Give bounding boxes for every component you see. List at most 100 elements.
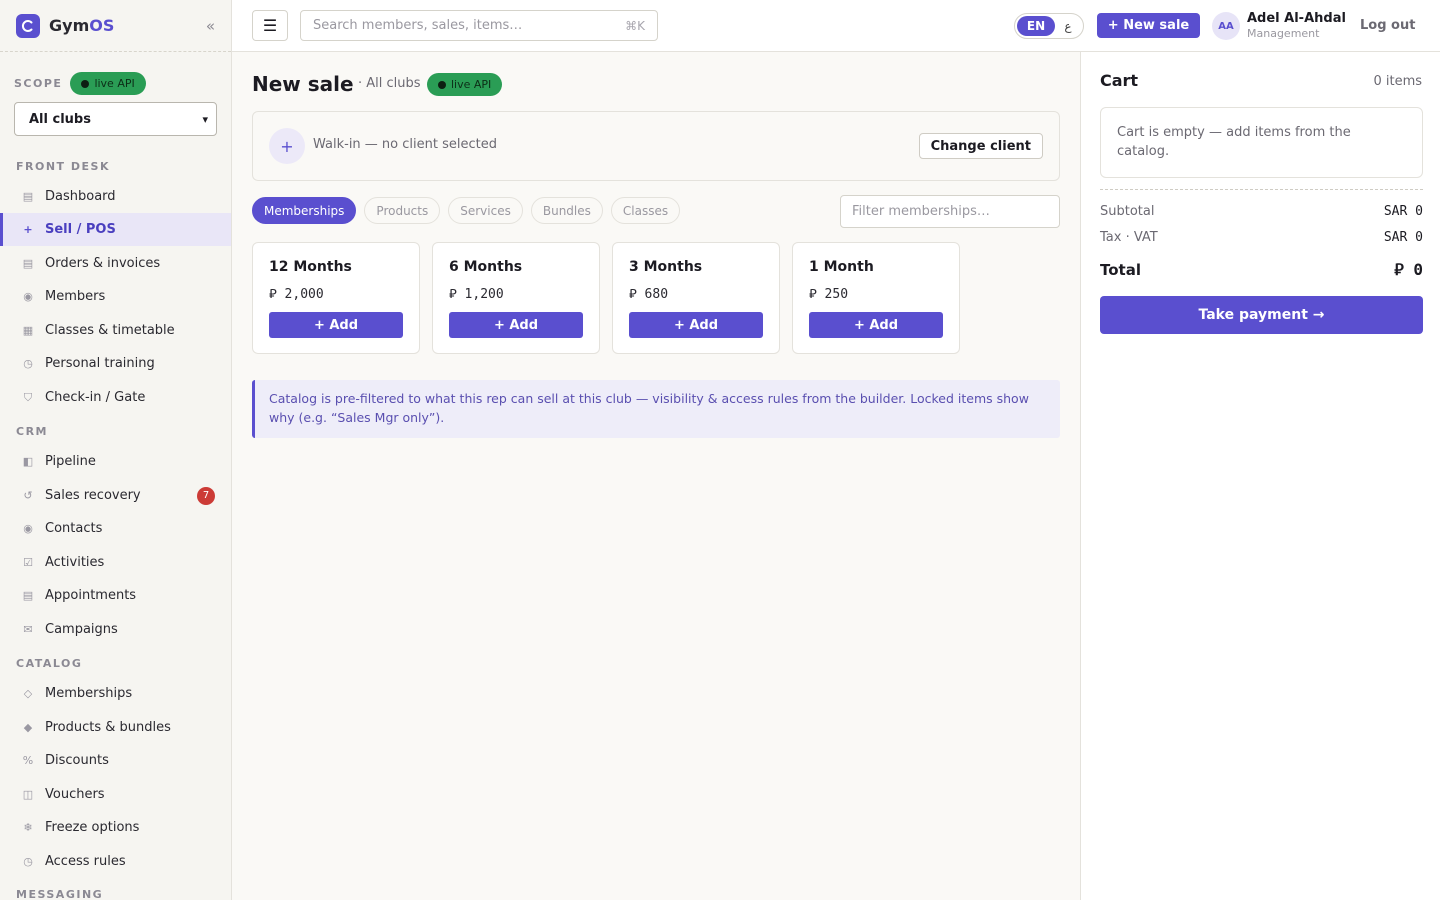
sidebar-item-members[interactable]: ◉ Members [0, 280, 231, 313]
sidebar-item-label: Check-in / Gate [45, 390, 146, 405]
product-price: ⃁ 2,000 [269, 287, 324, 302]
menu-button[interactable]: ☰ [252, 10, 288, 41]
sidebar-item-contacts[interactable]: ◉ Contacts [0, 512, 231, 545]
sidebar-item-label: Freeze options [45, 820, 140, 835]
contacts-icon: ◉ [23, 522, 33, 535]
sidebar-item-pipeline[interactable]: ◧ Pipeline [0, 445, 231, 478]
add-to-cart-button[interactable]: + Add [269, 312, 403, 338]
classes-timetable-icon: ▦ [22, 324, 34, 337]
sidebar-item-freeze-options[interactable]: ❄ Freeze options [0, 811, 231, 844]
add-to-cart-button[interactable]: + Add [449, 312, 583, 338]
new-sale-button[interactable]: + New sale [1097, 13, 1200, 38]
product-card: 12 Months ⃁ 2,000 + Add [252, 242, 420, 354]
sidebar-item-dashboard[interactable]: ▤ Dashboard [0, 180, 231, 213]
language-toggle[interactable]: EN ع [1014, 13, 1084, 39]
sidebar-item-activities[interactable]: ☑ Activities [0, 546, 231, 579]
product-card: 6 Months ⃁ 1,200 + Add [432, 242, 600, 354]
section-label-messaging: MESSAGING [16, 888, 104, 900]
status-dot-icon [438, 80, 446, 89]
sidebar-item-personal-training[interactable]: ◷ Personal training [0, 347, 231, 380]
club-select[interactable]: All clubs ▾ [14, 102, 217, 136]
access-rules-icon: ◷ [23, 855, 33, 868]
tab-services[interactable]: Services [448, 197, 523, 224]
chevron-down-icon: ▾ [202, 112, 208, 126]
collapse-sidebar-icon[interactable]: « [206, 17, 215, 35]
sidebar-item-sales-recovery[interactable]: ↺ Sales recovery 7 [0, 479, 231, 512]
sidebar-item-label: Contacts [45, 521, 103, 536]
add-client-icon[interactable]: + [269, 128, 305, 164]
logout-button[interactable]: Log out [1360, 18, 1415, 33]
cart-empty-message: Cart is empty — add items from the catal… [1100, 107, 1423, 178]
section-label-catalog: CATALOG [16, 657, 83, 670]
sidebar-item-discounts[interactable]: % Discounts [0, 744, 231, 777]
sidebar-item-label: Pipeline [45, 454, 96, 469]
filter-memberships-input[interactable]: Filter memberships… [840, 195, 1060, 228]
memberships-icon: ◇ [23, 687, 33, 700]
sidebar-item-label: Sales recovery [45, 488, 141, 503]
sidebar-item-orders-invoices[interactable]: ▤ Orders & invoices [0, 247, 231, 280]
products-bundles-icon: ◆ [23, 721, 33, 734]
sidebar-item-label: Vouchers [45, 787, 105, 802]
add-to-cart-button[interactable]: + Add [809, 312, 943, 338]
personal-training-icon: ◷ [23, 357, 33, 370]
take-payment-button[interactable]: Take payment → [1100, 296, 1423, 334]
sidebar-item-memberships[interactable]: ◇ Memberships [0, 677, 231, 710]
freeze-options-icon: ❄ [23, 821, 33, 834]
product-card: 3 Months ⃁ 680 + Add [612, 242, 780, 354]
topbar: ☰ Search members, sales, items… ⌘K EN ع … [232, 0, 1440, 52]
tab-memberships[interactable]: Memberships [252, 197, 357, 224]
catalog-info-note: Catalog is pre-filtered to what this rep… [252, 380, 1060, 438]
product-name: 12 Months [269, 259, 352, 275]
client-selector: + Walk-in — no client selected Change cl… [252, 111, 1060, 181]
tab-products[interactable]: Products [364, 197, 441, 224]
sidebar-item-campaigns[interactable]: ✉ Campaigns [0, 613, 231, 646]
sidebar-item-appointments[interactable]: ▤ Appointments [0, 579, 231, 612]
catalog-tabs: Memberships Products Services Bundles Classe… [252, 197, 681, 224]
sidebar-item-classes-timetable[interactable]: ▦ Classes & timetable [0, 314, 231, 347]
sidebar-item-label: Dashboard [45, 189, 116, 204]
page-title: New sale [252, 72, 354, 96]
lang-en-option[interactable]: EN [1017, 16, 1055, 36]
subtotal-row: Subtotal SAR 0 [1100, 204, 1423, 219]
sidebar-item-check-in-gate[interactable]: ⛉ Check-in / Gate [0, 381, 231, 414]
pipeline-icon: ◧ [22, 455, 34, 468]
activities-icon: ☑ [23, 556, 33, 569]
product-price: ⃁ 1,200 [449, 287, 504, 302]
product-price: ⃁ 680 [629, 287, 669, 302]
divider [1100, 189, 1423, 190]
appointments-icon: ▤ [22, 589, 34, 602]
sidebar-item-label: Personal training [45, 356, 155, 371]
product-name: 1 Month [809, 259, 874, 275]
members-icon: ◉ [23, 290, 33, 303]
sidebar-item-access-rules[interactable]: ◷ Access rules [0, 845, 231, 878]
tab-bundles[interactable]: Bundles [530, 197, 603, 224]
cart-item-count: 0 items [1373, 74, 1422, 89]
sidebar-item-products-bundles[interactable]: ◆ Products & bundles [0, 711, 231, 744]
section-label-front-desk: FRONT DESK [16, 160, 110, 173]
search-placeholder: Search members, sales, items… [313, 18, 523, 33]
brand-logo-icon[interactable] [16, 13, 40, 38]
search-input[interactable]: Search members, sales, items… ⌘K [300, 10, 658, 41]
sidebar-item-label: Sell / POS [45, 222, 116, 237]
page-subtitle: · All clubs [358, 76, 421, 91]
tab-classes[interactable]: Classes [610, 197, 681, 224]
product-price: ⃁ 250 [809, 287, 849, 302]
lang-ar-option[interactable]: ع [1055, 19, 1081, 33]
add-to-cart-button[interactable]: + Add [629, 312, 763, 338]
live-api-badge: live API [427, 73, 503, 96]
change-client-button[interactable]: Change client [918, 133, 1043, 159]
sidebar-item-label: Orders & invoices [45, 256, 161, 271]
sidebar-item-label: Access rules [45, 854, 126, 869]
avatar[interactable]: AA [1212, 12, 1240, 40]
sell-pos-icon: + [23, 223, 33, 236]
cart-panel: Cart 0 items Cart is empty — add items f… [1080, 52, 1440, 900]
sidebar-item-vouchers[interactable]: ◫ Vouchers [0, 778, 231, 811]
brand-name[interactable]: GymOS [49, 16, 114, 35]
client-status: Walk-in — no client selected [313, 137, 497, 152]
vouchers-icon: ◫ [22, 788, 34, 801]
user-role: Management [1247, 27, 1320, 40]
sidebar-item-sell-pos[interactable]: + Sell / POS [0, 213, 231, 246]
sidebar-item-label: Classes & timetable [45, 323, 175, 338]
sidebar-item-label: Members [45, 289, 106, 304]
tax-row: Tax · VAT SAR 0 [1100, 230, 1423, 245]
